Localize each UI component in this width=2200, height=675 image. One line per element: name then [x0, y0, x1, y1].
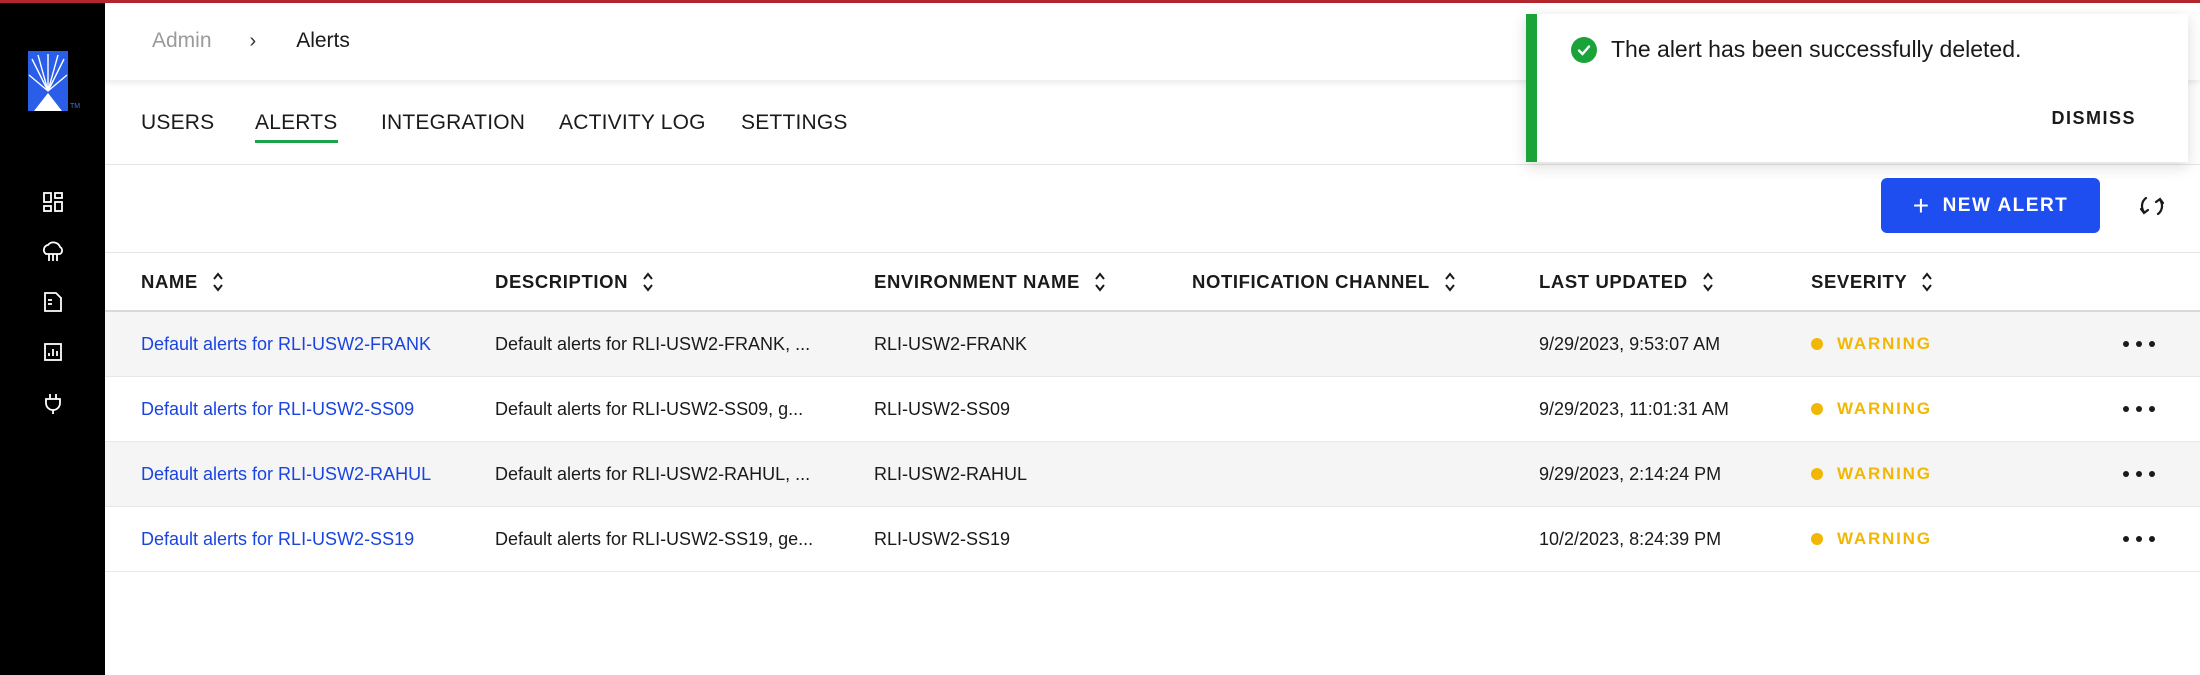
toast-text: The alert has been successfully deleted. [1611, 36, 2022, 62]
severity-label: WARNING [1837, 334, 1932, 353]
table-header: NAME DESCRIPTION ENVIRONMENT NAME NOTIFI… [105, 253, 2200, 312]
column-label: NOTIFICATION CHANNEL [1192, 271, 1430, 292]
refresh-button[interactable] [2135, 189, 2169, 223]
row-more-menu-icon[interactable] [2123, 527, 2155, 551]
row-more-menu-icon[interactable] [2123, 462, 2155, 486]
dashboard-icon [43, 192, 63, 212]
sort-icon[interactable] [1921, 271, 1933, 293]
logo-mark-icon [28, 51, 68, 111]
sort-icon[interactable] [212, 271, 224, 293]
environment-name: RLI-USW2-SS19 [874, 529, 1011, 549]
last-updated: 10/2/2023, 8:24:39 PM [1539, 529, 1722, 549]
column-header-name[interactable]: NAME [141, 271, 224, 293]
tab-settings[interactable]: SETTINGS [741, 111, 848, 135]
column-label: DESCRIPTION [495, 271, 629, 292]
tab-integration[interactable]: INTEGRATION [381, 111, 525, 135]
severity-badge: WARNING [1811, 529, 1932, 549]
row-more-menu-icon[interactable] [2123, 397, 2155, 421]
sidebar: TM [0, 3, 105, 675]
tab-activity-log[interactable]: ACTIVITY LOG [559, 111, 706, 135]
alert-name-link[interactable]: Default alerts for RLI-USW2-RAHUL [141, 464, 431, 485]
last-updated: 9/29/2023, 2:14:24 PM [1539, 464, 1722, 484]
cloud-icon [43, 241, 63, 261]
dismiss-button[interactable]: DISMISS [2051, 108, 2136, 129]
breadcrumb-admin-link[interactable]: Admin [152, 29, 212, 53]
refresh-icon [2139, 196, 2165, 216]
column-header-severity[interactable]: SEVERITY [1811, 271, 1933, 293]
toast-message: The alert has been successfully deleted. [1571, 36, 2021, 63]
severity-badge: WARNING [1811, 399, 1932, 419]
environment-name: RLI-USW2-FRANK [874, 334, 1028, 354]
plus-icon: + [1912, 189, 1931, 221]
environment-name: RLI-USW2-RAHUL [874, 464, 1028, 484]
plug-icon [45, 394, 61, 414]
breadcrumb: Admin › Alerts [152, 29, 350, 53]
column-header-description[interactable]: DESCRIPTION [495, 271, 654, 293]
column-label: NAME [141, 271, 198, 292]
last-updated: 9/29/2023, 11:01:31 AM [1539, 399, 1729, 419]
breadcrumb-current: Alerts [296, 29, 350, 52]
alert-name-link[interactable]: Default alerts for RLI-USW2-FRANK [141, 334, 431, 355]
alert-description: Default alerts for RLI-USW2-SS19, ge... [495, 529, 814, 549]
severity-badge: WARNING [1811, 334, 1932, 354]
column-header-environment[interactable]: ENVIRONMENT NAME [874, 271, 1106, 293]
alert-name-link[interactable]: Default alerts for RLI-USW2-SS09 [141, 399, 414, 420]
nav-cloud[interactable] [40, 239, 66, 265]
sort-icon[interactable] [1702, 271, 1714, 293]
nav-integrations[interactable] [40, 391, 66, 417]
sort-icon[interactable] [1094, 271, 1106, 293]
success-toast: The alert has been successfully deleted.… [1526, 14, 2188, 162]
sort-icon[interactable] [1444, 271, 1456, 293]
column-label: SEVERITY [1811, 271, 1908, 292]
table-toolbar: + NEW ALERT [105, 165, 2200, 253]
new-alert-label: NEW ALERT [1942, 194, 2069, 216]
last-updated: 9/29/2023, 9:53:07 AM [1539, 334, 1721, 354]
column-label: ENVIRONMENT NAME [874, 271, 1080, 292]
table-row[interactable]: Default alerts for RLI-USW2-SS09 Default… [105, 377, 2200, 442]
table-row[interactable]: Default alerts for RLI-USW2-RAHUL Defaul… [105, 442, 2200, 507]
breadcrumb-separator-icon: › [249, 29, 257, 52]
alert-name-link[interactable]: Default alerts for RLI-USW2-SS19 [141, 529, 414, 550]
tab-users[interactable]: USERS [141, 111, 214, 135]
chart-icon [44, 343, 62, 361]
logo-trademark: TM [70, 103, 81, 110]
nav-dashboard[interactable] [40, 189, 66, 215]
severity-dot-icon [1811, 403, 1823, 415]
severity-dot-icon [1811, 338, 1823, 350]
environment-name: RLI-USW2-SS09 [874, 399, 1011, 419]
alert-description: Default alerts for RLI-USW2-FRANK, ... [495, 334, 811, 354]
column-label: LAST UPDATED [1539, 271, 1688, 292]
column-header-notification-channel[interactable]: NOTIFICATION CHANNEL [1192, 271, 1456, 293]
table-row[interactable]: Default alerts for RLI-USW2-FRANK Defaul… [105, 312, 2200, 377]
tab-alerts[interactable]: ALERTS [255, 111, 338, 143]
alert-description: Default alerts for RLI-USW2-RAHUL, ... [495, 464, 811, 484]
app-logo[interactable]: TM [28, 51, 80, 111]
sort-icon[interactable] [642, 271, 654, 293]
severity-dot-icon [1811, 533, 1823, 545]
check-circle-icon [1571, 36, 1597, 63]
alert-description: Default alerts for RLI-USW2-SS09, g... [495, 399, 804, 419]
severity-badge: WARNING [1811, 464, 1932, 484]
severity-label: WARNING [1837, 529, 1932, 548]
row-more-menu-icon[interactable] [2123, 332, 2155, 356]
table-row[interactable]: Default alerts for RLI-USW2-SS19 Default… [105, 507, 2200, 572]
column-header-last-updated[interactable]: LAST UPDATED [1539, 271, 1714, 293]
new-alert-button[interactable]: + NEW ALERT [1881, 178, 2100, 233]
document-icon [44, 292, 62, 312]
severity-label: WARNING [1837, 464, 1932, 483]
nav-documents[interactable] [40, 289, 66, 315]
nav-reports[interactable] [40, 339, 66, 365]
severity-dot-icon [1811, 468, 1823, 480]
severity-label: WARNING [1837, 399, 1932, 418]
